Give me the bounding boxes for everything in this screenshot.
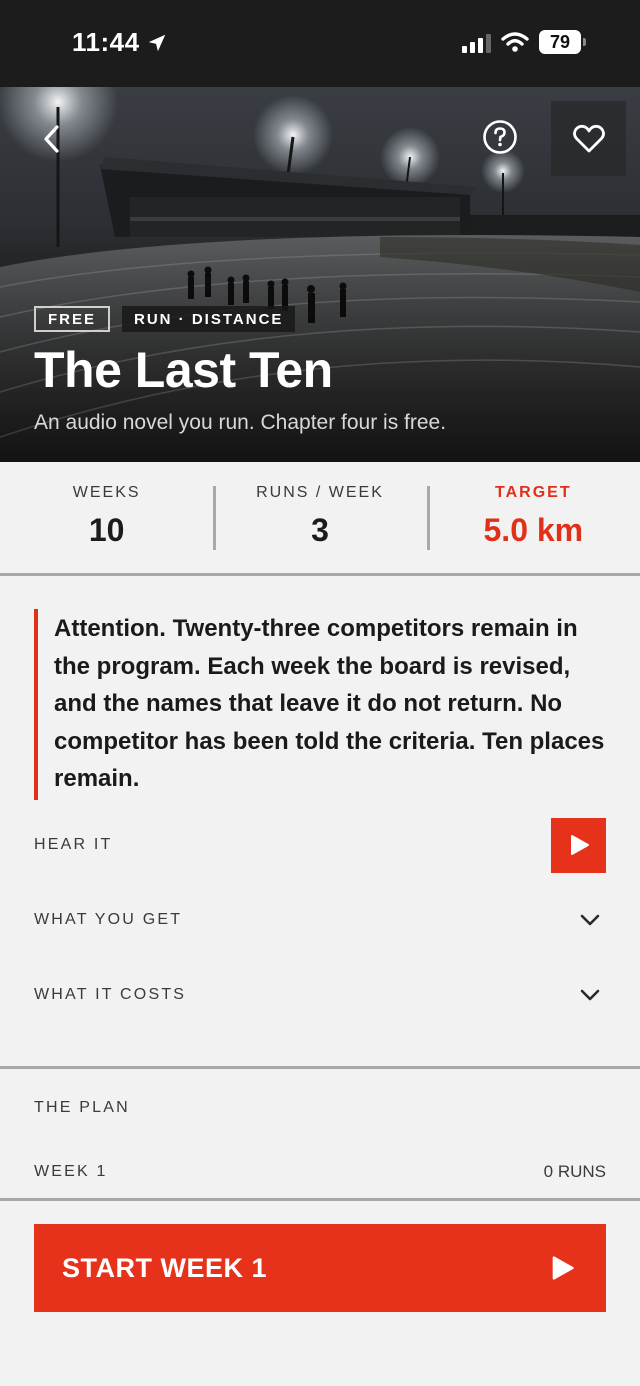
status-bar: 11:44 79	[0, 0, 640, 87]
stat-value: 3	[311, 512, 329, 548]
battery-level: 79	[539, 30, 581, 54]
what-it-costs-label: WHAT IT COSTS	[34, 986, 187, 1003]
battery-icon: 79	[539, 30, 586, 54]
stat-weeks: WEEKS 10	[0, 462, 213, 573]
section-divider	[0, 1198, 640, 1201]
plan-title: THE PLAN	[34, 1099, 130, 1116]
play-icon	[552, 1256, 574, 1280]
badge-category: RUN · DISTANCE	[122, 306, 296, 332]
stat-target: TARGET 5.0 km	[426, 462, 640, 573]
page-title: The Last Ten	[34, 342, 333, 398]
back-chevron-icon	[44, 125, 59, 153]
help-icon	[483, 120, 517, 154]
play-sample-button[interactable]	[551, 817, 606, 873]
chevron-down-icon	[580, 914, 600, 926]
favorite-button[interactable]	[551, 101, 626, 176]
story-quote: Attention. Twenty-three competitors rema…	[34, 609, 614, 800]
what-you-get-label: WHAT YOU GET	[34, 911, 183, 928]
chevron-down-icon	[580, 989, 600, 1001]
what-you-get-row[interactable]: WHAT YOU GET	[34, 892, 606, 948]
stat-label: WEEKS	[72, 484, 141, 501]
status-time-text: 11:44	[72, 27, 140, 57]
start-week-button[interactable]: START WEEK 1	[34, 1224, 606, 1312]
section-divider	[0, 1066, 640, 1069]
stats-bar: WEEKS 10 RUNS / WEEK 3 TARGET 5.0 km	[0, 462, 640, 576]
stat-label: RUNS / WEEK	[256, 484, 384, 501]
week-runs: 0 RUNS	[543, 1162, 606, 1181]
badge-free: FREE	[34, 306, 111, 332]
hero-banner: FREE RUN · DISTANCE The Last Ten An audi…	[0, 87, 640, 462]
status-time: 11:44	[72, 27, 168, 58]
stat-label: TARGET	[495, 484, 572, 501]
heart-icon	[572, 124, 605, 152]
signal-icon	[462, 31, 491, 53]
week-row[interactable]: WEEK 1 0 RUNS	[34, 1162, 606, 1182]
help-button[interactable]	[482, 119, 518, 155]
back-button[interactable]	[34, 119, 70, 159]
wifi-icon	[501, 32, 529, 52]
location-arrow-icon	[148, 34, 165, 51]
week-label: WEEK 1	[34, 1163, 108, 1180]
badges: FREE RUN · DISTANCE	[34, 306, 296, 332]
status-indicators: 79	[462, 30, 586, 54]
hear-it-label: HEAR IT	[34, 836, 113, 853]
hear-it-row: HEAR IT	[34, 817, 606, 873]
stat-runs-per-week: RUNS / WEEK 3	[213, 462, 426, 573]
what-it-costs-row[interactable]: WHAT IT COSTS	[34, 967, 606, 1023]
start-week-label: START WEEK 1	[62, 1252, 268, 1283]
page-subtitle: An audio novel you run. Chapter four is …	[34, 411, 447, 434]
stat-value: 10	[88, 512, 125, 548]
play-icon	[570, 835, 589, 855]
stat-value: 5.0 km	[483, 512, 584, 548]
